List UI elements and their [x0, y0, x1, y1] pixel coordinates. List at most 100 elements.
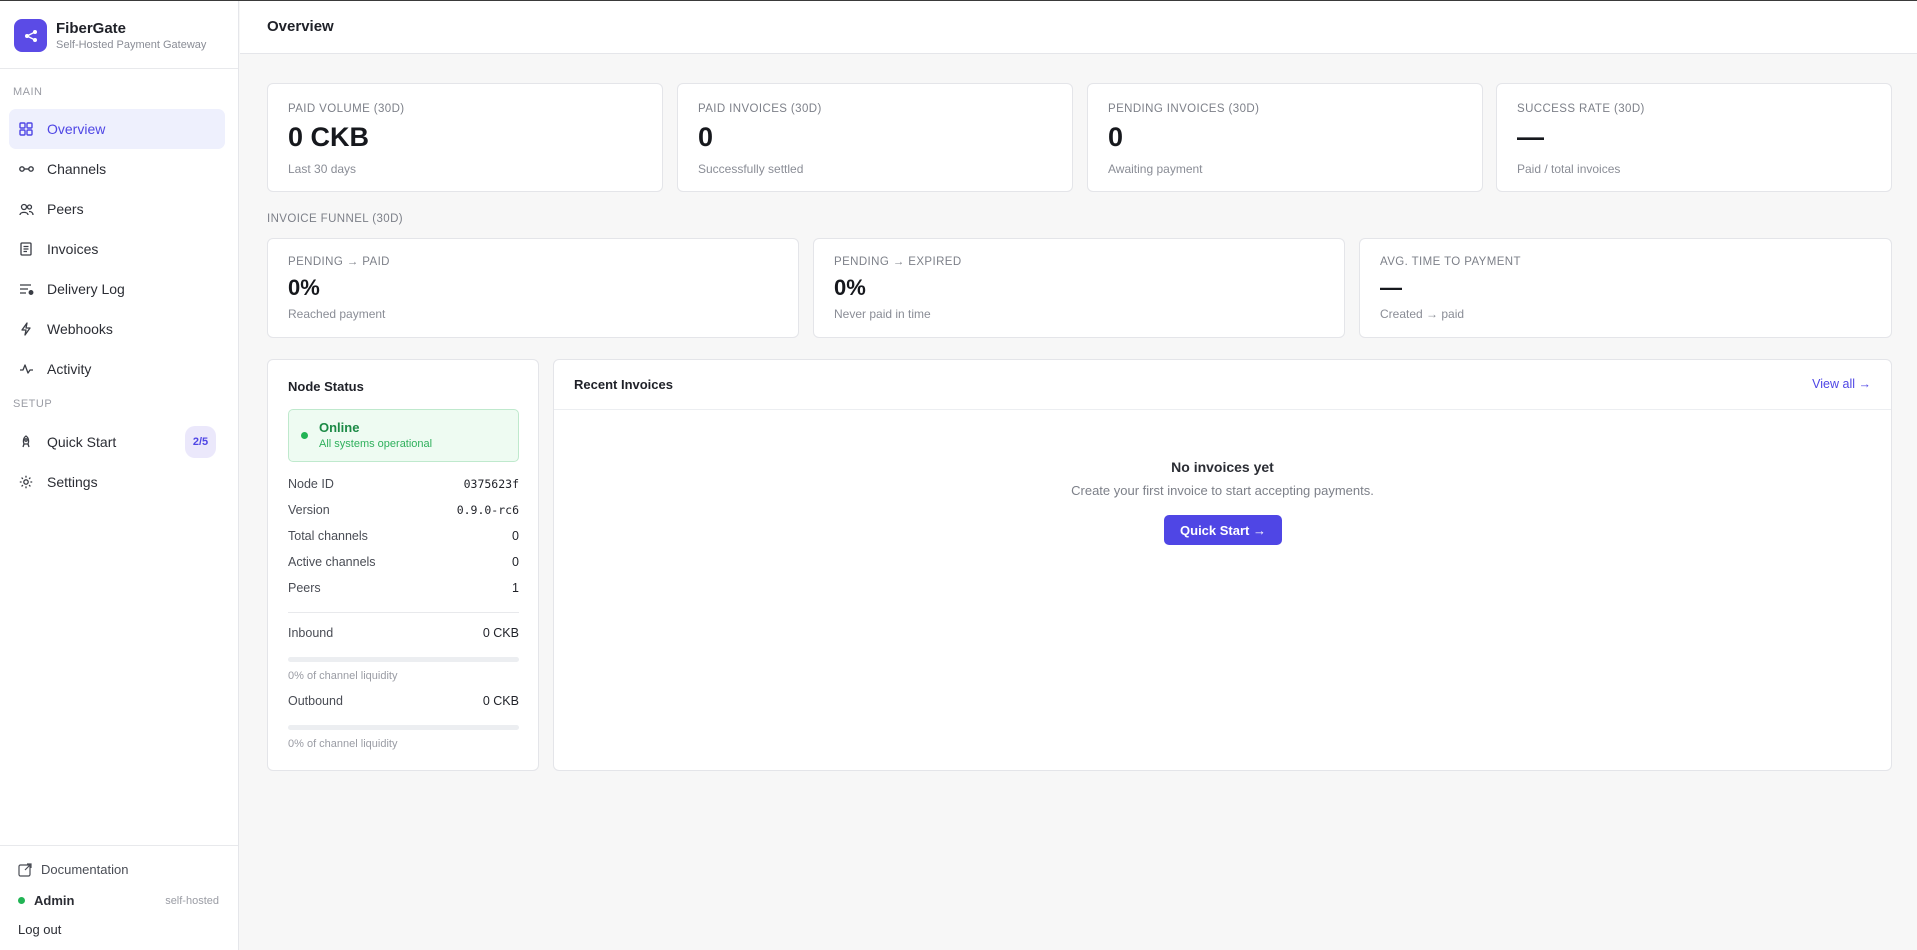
brand[interactable]: FiberGate Self-Hosted Payment Gateway [14, 19, 206, 52]
outbound-liquidity-note: 0% of channel liquidity [288, 738, 398, 750]
file-text-icon [18, 241, 34, 257]
documentation-label: Documentation [41, 862, 129, 877]
sidebar-divider [0, 68, 238, 69]
active-channels-value: 0 [512, 555, 519, 569]
outbound-value: 0 CKB [482, 694, 519, 708]
total-channels-value: 0 [512, 529, 519, 543]
logout-link[interactable]: Log out [18, 922, 61, 937]
node-status-card: Node Status Online All systems operation… [267, 359, 539, 771]
kpi-value: 0 CKB [288, 122, 370, 152]
funnel-card-avg-time: AVG. TIME TO PAYMENT — Created → paid [1359, 238, 1892, 338]
external-link-icon [18, 862, 32, 877]
empty-state-subtitle: Create your first invoice to start accep… [1071, 483, 1374, 498]
inbound-liquidity-bar [288, 657, 519, 662]
logout-label: Log out [18, 922, 62, 937]
rocket-icon [18, 434, 34, 450]
funnel-value: 0% [834, 275, 866, 300]
kpi-label: PAID VOLUME (30D) [288, 103, 405, 115]
kv-key: Active channels [288, 555, 376, 569]
funnel-heading: INVOICE FUNNEL (30D) [267, 213, 404, 225]
sidebar-item-settings[interactable]: Settings [9, 462, 225, 502]
active-channels-row: Active channels 0 [288, 555, 519, 569]
user-name: Admin [34, 893, 75, 908]
funnel-card-pending-expired: PENDING → EXPIRED 0% Never paid in time [813, 238, 1345, 338]
kpi-sub: Awaiting payment [1108, 162, 1203, 176]
online-status-box: Online All systems operational [288, 409, 519, 462]
kv-key: Version [288, 503, 330, 517]
total-channels-row: Total channels 0 [288, 529, 519, 543]
inbound-value: 0 CKB [482, 626, 519, 640]
page-title: Overview [267, 18, 334, 35]
kpi-label: PENDING INVOICES (30D) [1108, 103, 1260, 115]
kpi-card-pending-invoices: PENDING INVOICES (30D) 0 Awaiting paymen… [1087, 83, 1483, 192]
sidebar-item-label: Webhooks [47, 321, 113, 337]
sidebar-item-webhooks[interactable]: Webhooks [9, 309, 225, 349]
node-status-sub: All systems operational [319, 438, 433, 450]
zap-icon [18, 321, 34, 337]
kv-key: Peers [288, 581, 321, 595]
view-all-link[interactable]: View all → [1812, 377, 1871, 391]
funnel-value: 0% [288, 275, 320, 300]
kpi-card-paid-volume: PAID VOLUME (30D) 0 CKB Last 30 days [267, 83, 663, 192]
quick-start-button[interactable]: Quick Start → [1164, 515, 1282, 545]
kpi-card-success-rate: SUCCESS RATE (30D) — Paid / total invoic… [1496, 83, 1892, 192]
share-icon [14, 19, 47, 52]
sidebar-item-label: Channels [47, 161, 107, 177]
sidebar-item-label: Delivery Log [47, 281, 125, 297]
sidebar: FiberGate Self-Hosted Payment Gateway MA… [0, 1, 239, 950]
sidebar-item-activity[interactable]: Activity [9, 349, 225, 389]
node-status-text: Online [319, 420, 360, 435]
node-status-title: Node Status [288, 379, 364, 394]
sidebar-item-quick-start[interactable]: Quick Start 2/5 [9, 422, 225, 462]
outbound-liquidity-bar [288, 725, 519, 730]
kpi-card-paid-invoices: PAID INVOICES (30D) 0 Successfully settl… [677, 83, 1073, 192]
sidebar-item-label: Invoices [47, 241, 99, 257]
kpi-value: 0 [1108, 122, 1124, 152]
peers-row: Peers 1 [288, 581, 519, 595]
funnel-label: PENDING → EXPIRED [834, 256, 962, 268]
users-icon [18, 201, 34, 217]
divider [288, 612, 519, 613]
section-label-main: MAIN [13, 86, 43, 98]
funnel-sub: Reached payment [288, 307, 386, 321]
inbound-liquidity-note: 0% of channel liquidity [288, 670, 398, 682]
card-header-divider [554, 409, 1891, 410]
online-status-dot [301, 432, 308, 439]
peers-value: 1 [512, 581, 519, 595]
empty-state-title: No invoices yet [1171, 459, 1274, 475]
sidebar-item-invoices[interactable]: Invoices [9, 229, 225, 269]
sidebar-item-delivery-log[interactable]: Delivery Log [9, 269, 225, 309]
funnel-value: — [1380, 275, 1402, 300]
grid-icon [18, 121, 34, 137]
inbound-row: Inbound 0 CKB [288, 626, 519, 640]
link-icon [18, 161, 34, 177]
kpi-value: — [1517, 122, 1544, 152]
sidebar-item-overview[interactable]: Overview [9, 109, 225, 149]
sidebar-item-label: Quick Start [47, 434, 117, 450]
outbound-row: Outbound 0 CKB [288, 694, 519, 708]
kv-key: Total channels [288, 529, 368, 543]
sidebar-item-channels[interactable]: Channels [9, 149, 225, 189]
version-value: 0.9.0-rc6 [456, 503, 519, 517]
recent-invoices-card: Recent Invoices View all → No invoices y… [553, 359, 1892, 771]
online-status-dot [18, 897, 25, 904]
funnel-card-pending-paid: PENDING → PAID 0% Reached payment [267, 238, 799, 338]
sidebar-item-label: Overview [47, 121, 106, 137]
user-row: Admin self-hosted [18, 893, 219, 908]
brand-name: FiberGate [56, 19, 127, 37]
sidebar-item-peers[interactable]: Peers [9, 189, 225, 229]
node-id-value: 0375623f [463, 477, 519, 491]
funnel-sub: Never paid in time [834, 307, 931, 321]
documentation-link[interactable]: Documentation [18, 862, 128, 877]
funnel-label: AVG. TIME TO PAYMENT [1380, 256, 1521, 268]
brand-subtitle: Self-Hosted Payment Gateway [56, 38, 207, 51]
kpi-label: PAID INVOICES (30D) [698, 103, 822, 115]
sidebar-item-label: Activity [47, 361, 92, 377]
kv-key: Inbound [288, 626, 334, 640]
funnel-sub: Created → paid [1380, 307, 1465, 321]
version-row: Version 0.9.0-rc6 [288, 503, 519, 517]
kv-key: Outbound [288, 694, 343, 708]
kv-key: Node ID [288, 477, 334, 491]
kpi-value: 0 [698, 122, 714, 152]
kpi-sub: Paid / total invoices [1517, 162, 1621, 176]
